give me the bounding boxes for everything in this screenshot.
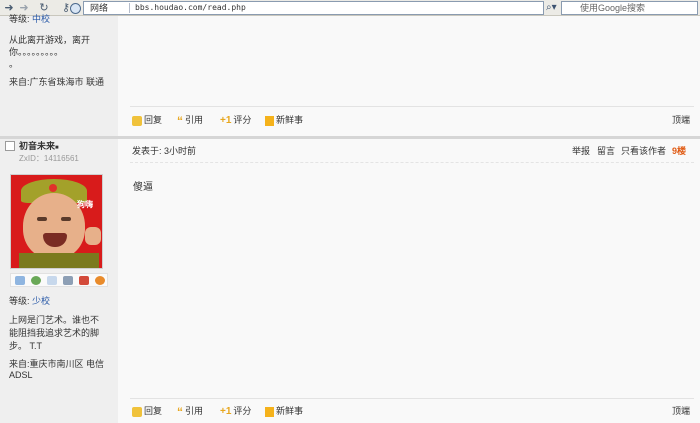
post1-signature-line1: 从此离开游戏，离开 [9, 35, 91, 45]
post1-action-divider [130, 106, 694, 107]
back-arrow-icon[interactable]: ➜ [3, 2, 15, 14]
address-url[interactable]: bbs.houdao.com/read.php [135, 2, 246, 14]
post2-only-author-link[interactable]: 只看该作者 [621, 146, 666, 157]
post2-floor: 9楼 [672, 146, 687, 156]
post2-content: 傻逼 [133, 182, 153, 193]
refresh-icon[interactable]: ↻ [38, 2, 50, 14]
post1-rate-button[interactable]: +1 评分 [220, 114, 251, 127]
search-box[interactable]: ⌕▾ 使用Google搜索 [546, 1, 698, 15]
blocks-icon[interactable] [79, 276, 89, 285]
search-user-icon[interactable] [47, 276, 57, 285]
post1-reply-button[interactable]: 回复 [132, 114, 162, 126]
post2-top-link[interactable]: 顶端 [672, 405, 690, 417]
post1-main: 回复 “引用 +1 评分 新鲜事 顶端 [118, 16, 700, 136]
post2-signature-line1: 上网是门艺术。谁也不 [9, 315, 100, 325]
post2-signature-line2: 能阻挡我追求艺术的脚 [9, 328, 100, 338]
post1-top-link[interactable]: 顶端 [672, 114, 690, 126]
forward-arrow-icon[interactable]: ➜ [18, 2, 30, 14]
mail-icon[interactable] [15, 276, 25, 285]
post2-signature-line3: 步。 T.T [9, 341, 42, 351]
add-friend-icon[interactable] [31, 276, 41, 285]
post1-from: 来自:广东省珠海市 联通 [9, 77, 105, 87]
post1-quote-button[interactable]: “引用 [177, 113, 203, 128]
avatar-right-eye [61, 217, 71, 221]
rate-icon: +1 [220, 114, 232, 126]
post2-rate-button[interactable]: +1 评分 [220, 405, 251, 418]
post2-header-divider [130, 162, 694, 163]
user-status-icon [5, 141, 15, 151]
post1-signature-line3: 。 [9, 59, 19, 69]
post2-report-link[interactable]: 举报 [572, 146, 590, 157]
qq-icon[interactable] [95, 276, 105, 285]
quote-icon: “ [177, 113, 183, 128]
post2-zxid: ZxID：14116561 [19, 154, 79, 163]
post1-level: 等级: 中校 [9, 14, 51, 24]
address-bar[interactable]: 网络 bbs.houdao.com/read.php [70, 1, 625, 15]
post2-from-line2: ADSL [9, 370, 33, 380]
post1-news-button[interactable]: 新鲜事 [265, 114, 303, 126]
post2-posted-at: 发表于: 3小时前 [132, 146, 197, 156]
globe-icon [70, 3, 81, 14]
search-icon[interactable]: ⌕▾ [546, 2, 560, 14]
post2-action-divider [130, 398, 694, 399]
address-label: 网络 [90, 3, 109, 13]
post2-from-line1: 来自:重庆市南川区 电信 [9, 359, 105, 369]
browser-toolbar: ➜ ➜ ↻ ⚷ 网络 bbs.houdao.com/read.php ⌕▾ 使用… [0, 0, 700, 16]
profile-card-icon[interactable] [63, 276, 73, 285]
search-input[interactable]: 使用Google搜索 [580, 2, 645, 14]
news-icon [265, 115, 274, 126]
post1-signature-line2: 你。。。。。。。。。 [9, 47, 64, 57]
post2-main: 发表于: 3小时前 举报 留言 只看该作者 9楼 傻逼 回复 “引用 +1 评分 … [118, 139, 700, 423]
reply-icon [132, 406, 142, 417]
avatar-caption: 狗嗨 [77, 200, 93, 209]
avatar-thumb [85, 227, 101, 245]
reply-icon [132, 115, 142, 126]
post1-sidebar: 等级: 中校 从此离开游戏，离开 你。。。。。。。。。 。 来自:广东省珠海市 … [0, 14, 118, 136]
avatar-hat-star [49, 184, 57, 192]
post2-quote-button[interactable]: “引用 [177, 404, 203, 419]
post2-sidebar: 初音未来■ ZxID：14116561 狗嗨 等级: 少校 上网是门艺术。谁也不… [0, 139, 118, 423]
address-divider [129, 3, 130, 13]
post2-reply-button[interactable]: 回复 [132, 405, 162, 417]
avatar-body [19, 253, 99, 268]
news-icon [265, 406, 274, 417]
avatar-face [23, 193, 85, 259]
user-action-bar [10, 273, 108, 287]
avatar[interactable]: 狗嗨 [10, 174, 103, 269]
post2-message-link[interactable]: 留言 [597, 146, 615, 157]
avatar-left-eye [37, 217, 47, 221]
rate-icon: +1 [220, 405, 232, 417]
post2-level: 等级: 少校 [9, 296, 51, 306]
quote-icon: “ [177, 404, 183, 419]
post2-news-button[interactable]: 新鲜事 [265, 405, 303, 417]
